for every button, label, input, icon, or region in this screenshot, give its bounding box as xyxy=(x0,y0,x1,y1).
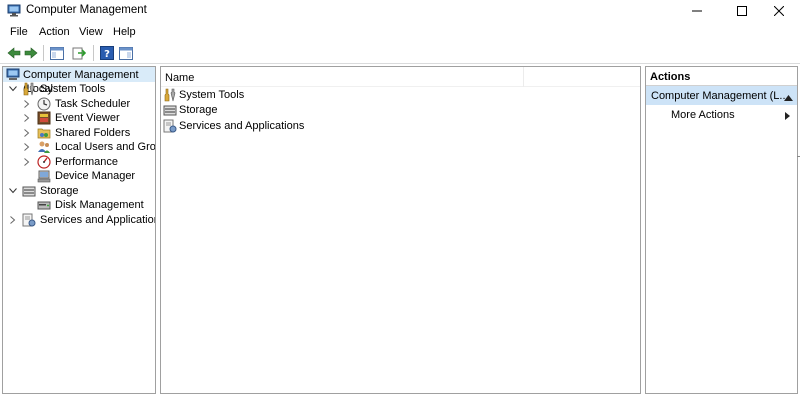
tree-item-label: Task Scheduler xyxy=(55,98,131,110)
column-header-name[interactable]: Name xyxy=(161,67,640,87)
menu-bar: File Action View Help xyxy=(0,22,800,42)
menu-help[interactable]: Help xyxy=(113,26,136,38)
services-icon xyxy=(22,213,36,227)
help-icon[interactable]: ? xyxy=(98,45,116,61)
close-icon[interactable] xyxy=(762,0,796,22)
menu-view[interactable]: View xyxy=(79,26,103,38)
services-icon xyxy=(163,119,177,133)
tree-item-system-tools[interactable]: System Tools xyxy=(3,82,155,96)
collapse-up-icon[interactable] xyxy=(784,92,793,104)
submenu-arrow-icon xyxy=(785,111,790,123)
chevron-right-icon[interactable] xyxy=(22,141,32,153)
actions-header: Actions xyxy=(646,67,797,86)
more-actions-label: More Actions xyxy=(671,109,735,121)
title-bar: Computer Management xyxy=(0,0,800,22)
content-list: Name System Tools Storage Services and A… xyxy=(160,66,641,394)
tree-item-label: Services and Applications xyxy=(40,214,156,226)
toolbar: ? xyxy=(0,42,800,64)
shared-folders-icon xyxy=(37,126,51,140)
svg-text:?: ? xyxy=(104,49,110,60)
actions-section-computer-management[interactable]: Computer Management (L... xyxy=(646,86,797,105)
back-arrow-icon[interactable] xyxy=(5,45,23,61)
actions-title: Actions xyxy=(650,71,691,83)
forward-arrow-icon[interactable] xyxy=(22,45,40,61)
export-list-icon[interactable] xyxy=(70,45,88,61)
tree-item-event-viewer[interactable]: Event Viewer xyxy=(3,111,155,125)
device-manager-icon xyxy=(37,169,51,183)
tree-item-label: Event Viewer xyxy=(55,112,120,124)
tree-item-services-and-applications[interactable]: Services and Applications xyxy=(3,213,156,227)
task-scheduler-icon xyxy=(37,97,51,111)
toolbar-separator xyxy=(43,45,44,61)
window-title: Computer Management xyxy=(26,4,147,16)
tree-item-label: Performance xyxy=(55,156,118,168)
system-tools-icon xyxy=(163,88,177,102)
chevron-right-icon[interactable] xyxy=(22,127,32,139)
actions-pane: Actions Computer Management (L... More A… xyxy=(645,66,798,394)
storage-icon xyxy=(22,184,36,198)
tree-item-label: Disk Management xyxy=(55,199,144,211)
navigation-tree: Computer Management (Local System Tools … xyxy=(2,66,156,394)
disk-management-icon xyxy=(37,198,51,212)
menu-action[interactable]: Action xyxy=(39,26,70,38)
tree-item-label: Shared Folders xyxy=(55,127,131,139)
event-viewer-icon xyxy=(37,111,51,125)
tree-item-label: Device Manager xyxy=(55,170,136,182)
menu-file[interactable]: File xyxy=(10,26,28,38)
chevron-right-icon[interactable] xyxy=(22,112,32,124)
actions-section-label: Computer Management (L... xyxy=(651,90,789,102)
show-hide-action-pane-icon[interactable] xyxy=(117,45,135,61)
computer-management-icon xyxy=(6,67,20,81)
tree-item-label: Local Users and Groups xyxy=(55,141,156,153)
tree-item-storage[interactable]: Storage xyxy=(3,184,155,198)
tree-item-label: System Tools xyxy=(40,83,106,95)
chevron-right-icon[interactable] xyxy=(22,156,32,168)
system-tools-icon xyxy=(22,82,36,96)
local-users-icon xyxy=(37,140,51,154)
list-item-label: System Tools xyxy=(179,89,245,101)
tree-item-task-scheduler[interactable]: Task Scheduler xyxy=(3,97,155,111)
chevron-right-icon[interactable] xyxy=(8,214,18,226)
maximize-icon[interactable] xyxy=(725,0,759,22)
chevron-down-icon[interactable] xyxy=(8,185,18,197)
list-item-label: Services and Applications xyxy=(179,120,305,132)
performance-icon xyxy=(37,155,51,169)
tree-item-disk-management[interactable]: Disk Management xyxy=(3,198,155,212)
tree-item-performance[interactable]: Performance xyxy=(3,155,155,169)
column-header-label: Name xyxy=(165,72,195,84)
computer-management-icon xyxy=(7,4,21,17)
show-hide-tree-icon[interactable] xyxy=(48,45,66,61)
minimize-icon[interactable] xyxy=(680,0,714,22)
chevron-right-icon[interactable] xyxy=(22,98,32,110)
tree-item-shared-folders[interactable]: Shared Folders xyxy=(3,126,155,140)
chevron-down-icon[interactable] xyxy=(8,83,18,95)
more-actions-item[interactable]: More Actions xyxy=(646,106,797,124)
storage-icon xyxy=(163,103,177,117)
tree-item-device-manager[interactable]: Device Manager xyxy=(3,169,155,183)
list-item-label: Storage xyxy=(179,104,218,116)
toolbar-separator xyxy=(93,45,94,61)
tree-root-selected[interactable]: Computer Management (Local xyxy=(3,67,155,95)
tree-item-local-users[interactable]: Local Users and Groups xyxy=(3,140,156,154)
column-divider[interactable] xyxy=(523,67,524,87)
tree-item-label: Storage xyxy=(40,185,79,197)
